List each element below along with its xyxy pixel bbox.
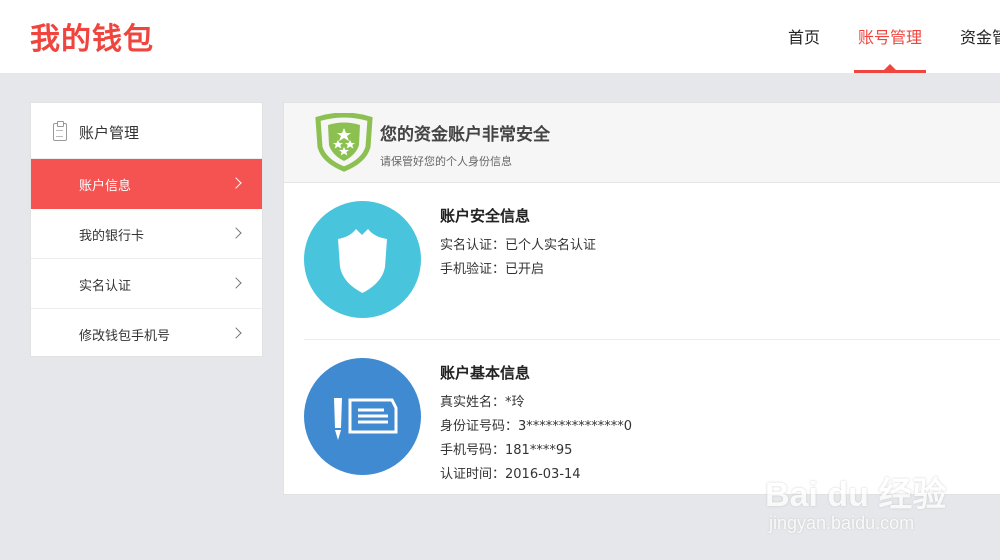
security-badge-icon xyxy=(315,113,373,172)
shield-icon xyxy=(304,201,421,318)
sidebar-item-label: 实名认证 xyxy=(79,279,132,294)
watermark-brand: Bai du 经验 xyxy=(765,476,947,514)
sidebar: 账户管理 账户信息 我的银行卡 实名认证 修改钱包手机号 xyxy=(30,102,263,357)
main-nav: 首页 账号管理 资金管 xyxy=(0,0,1000,73)
nav-home[interactable]: 首页 xyxy=(788,24,820,48)
chevron-right-icon xyxy=(230,277,242,289)
real-name-status: 实名认证：已个人实名认证 xyxy=(440,238,597,253)
certificate-pen-icon xyxy=(304,358,421,475)
sidebar-item-label: 我的银行卡 xyxy=(79,229,145,244)
section-divider xyxy=(304,339,1000,340)
banner-title: 您的资金账户非常安全 xyxy=(380,125,550,145)
clipboard-icon xyxy=(53,121,67,141)
sidebar-title: 账户管理 xyxy=(79,124,140,142)
baidu-watermark: Bai du 经验 jingyan.baidu.com xyxy=(765,455,995,545)
verified-time-value: 认证时间：2016-03-14 xyxy=(440,467,581,482)
chevron-right-icon xyxy=(230,327,242,339)
sidebar-item-real-name[interactable]: 实名认证 xyxy=(31,259,262,309)
sidebar-item-account-info[interactable]: 账户信息 xyxy=(31,159,262,209)
real-name-value: 真实姓名：*玲 xyxy=(440,395,525,410)
nav-active-underline xyxy=(854,70,926,73)
phone-verify-status: 手机验证：已开启 xyxy=(440,262,545,277)
sidebar-item-bank-cards[interactable]: 我的银行卡 xyxy=(31,209,262,259)
nav-account-management[interactable]: 账号管理 xyxy=(858,24,922,48)
chevron-right-icon xyxy=(230,227,242,239)
top-header: 我的钱包 首页 账号管理 资金管 xyxy=(0,0,1000,73)
sidebar-item-change-phone[interactable]: 修改钱包手机号 xyxy=(31,309,262,359)
sidebar-item-label: 账户信息 xyxy=(79,179,132,194)
nav-funds-management[interactable]: 资金管 xyxy=(960,24,1000,48)
sidebar-header: 账户管理 xyxy=(31,103,262,159)
watermark-url: jingyan.baidu.com xyxy=(769,513,915,533)
phone-number-value: 手机号码：181****95 xyxy=(440,443,573,458)
basic-info-title: 账户基本信息 xyxy=(440,364,531,382)
security-info-title: 账户安全信息 xyxy=(440,207,531,225)
banner-subtitle: 请保管好您的个人身份信息 xyxy=(380,155,512,168)
nav-active-caret xyxy=(884,64,896,70)
sidebar-item-label: 修改钱包手机号 xyxy=(79,329,171,344)
account-security-section: 账户安全信息 实名认证：已个人实名认证 手机验证：已开启 xyxy=(304,201,1000,321)
chevron-right-icon xyxy=(230,177,242,189)
security-banner: 您的资金账户非常安全 请保管好您的个人身份信息 xyxy=(284,103,1000,183)
id-number-value: 身份证号码：3***************0 xyxy=(440,419,633,434)
main-panel: 您的资金账户非常安全 请保管好您的个人身份信息 账户安全信息 实名认证：已个人实… xyxy=(283,102,1000,495)
